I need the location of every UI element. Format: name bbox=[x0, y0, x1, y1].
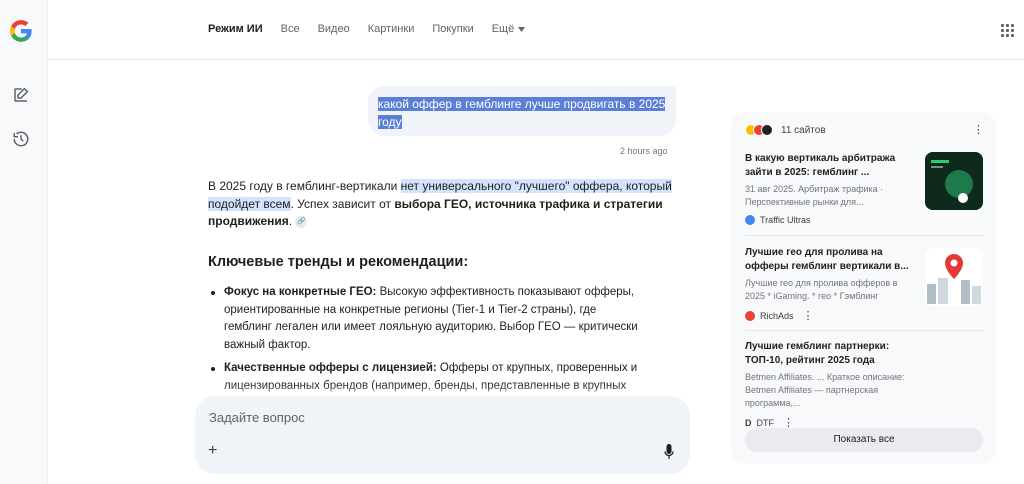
richads-favicon-icon bbox=[745, 310, 755, 321]
list-item: Фокус на конкретные ГЕО: Высокую эффекти… bbox=[208, 284, 644, 354]
add-attachment-button[interactable]: + bbox=[208, 442, 217, 460]
microphone-icon[interactable] bbox=[664, 444, 674, 460]
source-title[interactable]: Лучшие гемблинг партнерки: ТОП-10, рейти… bbox=[745, 340, 913, 368]
more-options-icon[interactable]: ⋮ bbox=[973, 125, 984, 136]
query-text-line1: какой оффер в гемблинге лучше продвигать… bbox=[378, 97, 666, 111]
list-item-title: Качественные офферы с лицензией: bbox=[224, 362, 437, 374]
recommendations-list: Фокус на конкретные ГЕО: Высокую эффекти… bbox=[208, 284, 644, 401]
source-name: Traffic Ultras bbox=[760, 215, 811, 225]
answer-text: . bbox=[288, 214, 293, 228]
traffic-ultras-favicon-icon bbox=[745, 215, 755, 225]
source-name: DTF bbox=[756, 417, 775, 428]
source-thumbnail bbox=[925, 152, 983, 210]
section-heading: Ключевые тренды и рекомендации: bbox=[208, 254, 469, 270]
tab-video[interactable]: Видео bbox=[318, 23, 350, 35]
divider bbox=[745, 330, 985, 331]
top-navigation: Режим ИИ Все Видео Картинки Покупки Ещё bbox=[48, 0, 1024, 60]
source-name: RichAds bbox=[760, 310, 794, 321]
ask-input-placeholder[interactable]: Задайте вопрос bbox=[209, 410, 305, 425]
chevron-down-icon bbox=[518, 26, 526, 32]
sources-count: 11 сайтов bbox=[781, 124, 826, 136]
source-thumbnail bbox=[925, 248, 983, 306]
citation-link-icon[interactable]: 🔗 bbox=[295, 215, 308, 228]
source-site: Traffic Ultras bbox=[745, 215, 985, 225]
list-item-title: Фокус на конкретные ГЕО: bbox=[224, 286, 377, 298]
source-item[interactable]: Лучшие гемблинг партнерки: ТОП-10, рейти… bbox=[745, 340, 985, 429]
answer-text: В 2025 году в гемблинг-вертикали bbox=[208, 179, 401, 193]
tab-shopping[interactable]: Покупки bbox=[432, 23, 473, 35]
source-title[interactable]: В какую вертикаль арбитража зайти в 2025… bbox=[745, 152, 913, 180]
more-options-icon[interactable]: ⋮ bbox=[803, 309, 814, 322]
history-icon[interactable] bbox=[12, 130, 30, 148]
list-item: Качественные офферы с лицензией: Офферы … bbox=[208, 360, 644, 395]
tab-more[interactable]: Ещё bbox=[492, 23, 526, 35]
source-site: RichAds ⋮ bbox=[745, 309, 985, 322]
query-text-line2: году bbox=[378, 115, 402, 129]
left-rail bbox=[0, 0, 48, 484]
sources-header[interactable]: 11 сайтов bbox=[745, 124, 826, 136]
ask-input-box[interactable]: Задайте вопрос + bbox=[195, 396, 690, 474]
source-favicon-icon bbox=[761, 124, 773, 136]
tab-images[interactable]: Картинки bbox=[368, 23, 415, 35]
answer-paragraph: В 2025 году в гемблинг-вертикали нет уни… bbox=[208, 178, 678, 231]
google-logo-icon[interactable] bbox=[8, 18, 34, 44]
source-item[interactable]: В какую вертикаль арбитража зайти в 2025… bbox=[745, 152, 985, 225]
dtf-logo-icon: D bbox=[745, 417, 752, 428]
apps-grid-icon[interactable] bbox=[1001, 24, 1014, 37]
show-all-button[interactable]: Показать все bbox=[745, 428, 983, 452]
source-description: 31 авг 2025. Арбитраж трафика · Перспект… bbox=[745, 184, 884, 207]
map-pin-image-icon bbox=[925, 248, 983, 306]
tab-ai-mode[interactable]: Режим ИИ bbox=[208, 23, 263, 35]
search-tabs: Режим ИИ Все Видео Картинки Покупки Ещё bbox=[208, 23, 543, 35]
query-timestamp: 2 hours ago bbox=[620, 146, 668, 156]
tab-all[interactable]: Все bbox=[281, 23, 300, 35]
source-item[interactable]: Лучшие гео для пролива на офферы гемблин… bbox=[745, 246, 985, 322]
thumbnail-image-icon bbox=[925, 152, 983, 210]
tab-more-label: Ещё bbox=[491, 23, 515, 35]
source-description: Betmen Affiliates. ... Краткое описание:… bbox=[745, 372, 905, 408]
source-title[interactable]: Лучшие гео для пролива на офферы гемблин… bbox=[745, 246, 913, 274]
answer-text: . Успех зависит от bbox=[290, 196, 395, 211]
user-query-bubble: какой оффер в гемблинге лучше продвигать… bbox=[368, 86, 676, 136]
sources-panel: 11 сайтов ⋮ В какую вертикаль арбитража … bbox=[731, 112, 996, 464]
divider bbox=[745, 235, 985, 236]
source-description: Лучшие гео для пролива офферов в 2025 * … bbox=[745, 278, 898, 301]
new-chat-icon[interactable] bbox=[12, 86, 30, 104]
